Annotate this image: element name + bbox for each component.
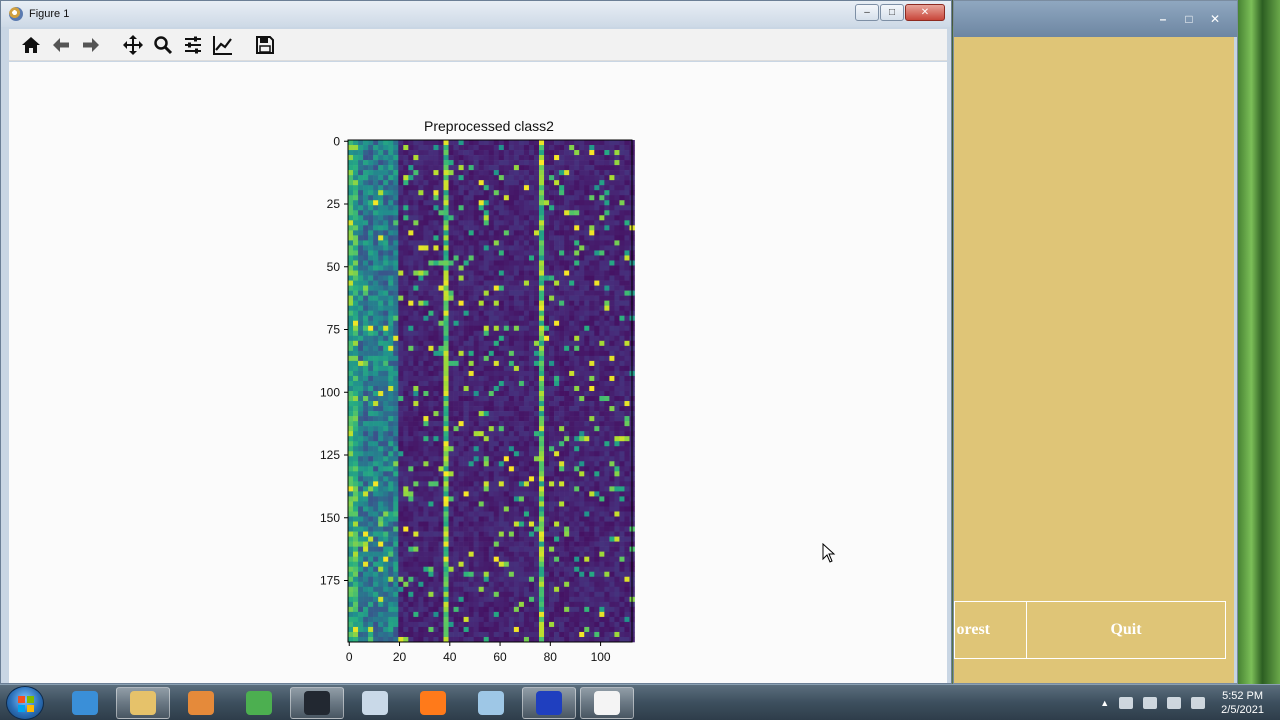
y-tick-label: 125 [320, 448, 340, 462]
pan-button[interactable] [121, 33, 145, 57]
app-button-row: orest Quit [954, 601, 1226, 659]
taskbar-item-blank-document[interactable] [580, 687, 634, 719]
zoom-button[interactable] [151, 33, 175, 57]
figure-titlebar[interactable]: Figure 1 – □ ✕ [1, 1, 951, 27]
x-tick-label: 100 [591, 650, 611, 664]
configure-subplots-icon [185, 36, 201, 53]
taskbar-item-python-figure[interactable] [522, 687, 576, 719]
forward-button[interactable] [79, 33, 103, 57]
flag-icon[interactable] [1119, 697, 1134, 709]
paint-icon [362, 691, 388, 715]
navigation-toolbar [9, 29, 947, 61]
heatmap-cells [348, 140, 635, 643]
configure-subplots-button[interactable] [181, 33, 205, 57]
maximize-button[interactable]: □ [880, 4, 904, 21]
internet-explorer-icon [72, 691, 98, 715]
app-window-controls: – □ ✕ [1153, 11, 1225, 27]
x-tick-label: 20 [393, 650, 407, 664]
y-tick-label: 175 [320, 574, 340, 588]
x-tick-label: 80 [544, 650, 558, 664]
app-close-button[interactable]: ✕ [1205, 11, 1225, 27]
app-body: orest Quit [954, 37, 1234, 683]
volume-icon[interactable] [1191, 697, 1206, 709]
start-button[interactable] [6, 686, 44, 720]
taskbar: ▲ 5:52 PM 2/5/2021 [0, 684, 1280, 720]
y-tick-label: 75 [327, 323, 341, 337]
power-icon[interactable] [1143, 697, 1158, 709]
figure-window: Figure 1 – □ ✕ Preprocessed class2 0 20 … [0, 0, 952, 684]
taskbar-item-paint[interactable] [348, 687, 402, 719]
edit-axis-icon [213, 35, 232, 55]
back-arrow-icon [53, 37, 69, 52]
app-minimize-button[interactable]: – [1153, 11, 1173, 27]
random-forest-button[interactable]: orest [955, 602, 1027, 658]
taskbar-item-internet-explorer[interactable] [58, 687, 112, 719]
terminal-icon [304, 691, 330, 715]
taskbar-item-file-explorer[interactable] [116, 687, 170, 719]
window-title: Figure 1 [29, 8, 70, 20]
app-titlebar[interactable]: – □ ✕ [954, 1, 1237, 37]
zoom-icon [154, 35, 173, 54]
x-tick-label: 40 [443, 650, 457, 664]
pan-icon [123, 34, 143, 55]
taskbar-item-firefox[interactable] [406, 687, 460, 719]
x-tick-label: 60 [493, 650, 507, 664]
app-window: – □ ✕ orest Quit [953, 0, 1238, 684]
taskbar-item-notes[interactable] [464, 687, 518, 719]
windows-logo-icon [18, 696, 34, 712]
system-tray: ▲ 5:52 PM 2/5/2021 [1100, 685, 1264, 720]
taskbar-item-terminal[interactable] [290, 687, 344, 719]
desktop-background-right [1236, 0, 1280, 684]
show-hidden-icons-icon[interactable]: ▲ [1100, 698, 1109, 708]
taskbar-item-chrome[interactable] [232, 687, 286, 719]
save-icon [256, 35, 274, 54]
file-explorer-icon [130, 691, 156, 715]
firefox-icon [420, 691, 446, 715]
clock[interactable]: 5:52 PM 2/5/2021 [1221, 689, 1264, 717]
home-icon [22, 36, 40, 53]
app-maximize-button[interactable]: □ [1179, 11, 1199, 27]
window-controls: – □ ✕ [855, 4, 945, 21]
notes-icon [478, 691, 504, 715]
y-tick-label: 100 [320, 385, 340, 399]
back-button[interactable] [49, 33, 73, 57]
close-button[interactable]: ✕ [905, 4, 945, 21]
quit-button[interactable]: Quit [1027, 602, 1225, 658]
x-tick-label: 0 [346, 650, 353, 664]
home-button[interactable] [19, 33, 43, 57]
y-tick-label: 150 [320, 511, 340, 525]
forward-arrow-icon [83, 37, 99, 52]
python-figure-icon [536, 691, 562, 715]
blank-document-icon [594, 691, 620, 715]
y-tick-label: 50 [327, 260, 341, 274]
clock-date: 2/5/2021 [1221, 704, 1264, 716]
matplotlib-app-icon [9, 7, 23, 21]
y-tick-label: 25 [327, 197, 341, 211]
edit-axis-button[interactable] [211, 33, 235, 57]
taskbar-item-media-player[interactable] [174, 687, 228, 719]
figure-canvas[interactable]: Preprocessed class2 0 20 40 60 80 100 0 25 50 75 1… [9, 62, 947, 683]
chrome-icon [246, 691, 272, 715]
clock-time: 5:52 PM [1222, 690, 1264, 702]
network-icon[interactable] [1167, 697, 1182, 709]
heatmap-chart: 0 20 40 60 80 100 0 25 50 75 100 125 150 175 [320, 134, 635, 664]
minimize-button[interactable]: – [855, 4, 879, 21]
mouse-cursor-icon [822, 543, 836, 563]
save-button[interactable] [253, 33, 277, 57]
y-tick-label: 0 [333, 134, 340, 148]
media-player-icon [188, 691, 214, 715]
